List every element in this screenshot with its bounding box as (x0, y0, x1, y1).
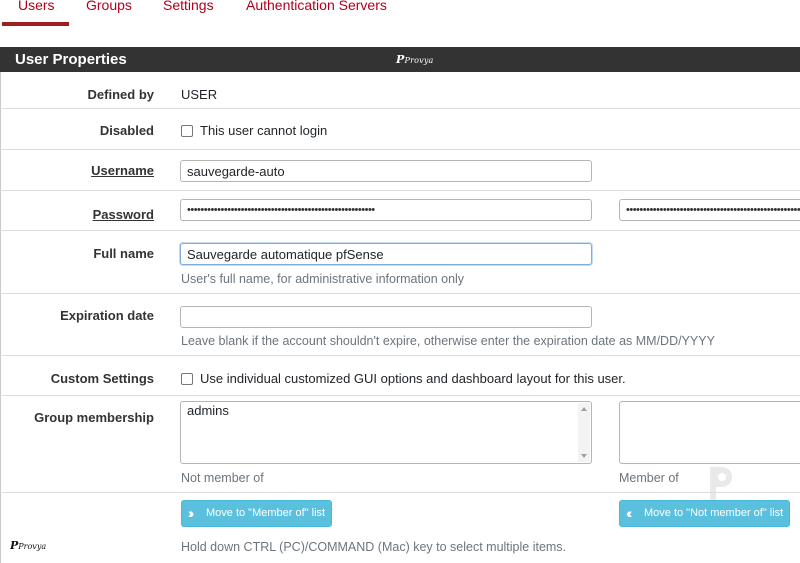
full-name-field[interactable]: Sauvegarde automatique pfSense (180, 243, 592, 265)
defined-by-value: USER (181, 87, 218, 102)
username-field[interactable]: sauvegarde-auto (180, 160, 592, 182)
watermark-logo: PProvya (10, 539, 47, 552)
row-password: Password •••••••••••••••••••••••••••••••… (0, 191, 800, 231)
tab-bar: Users Groups Settings Authentication Ser… (0, 0, 800, 29)
disabled-checkbox-label[interactable]: This user cannot login (200, 123, 327, 138)
custom-settings-checkbox-label[interactable]: Use individual customized GUI options an… (200, 371, 626, 386)
row-custom-settings: Custom Settings Use individual customize… (0, 356, 800, 396)
move-to-member-label: Move to "Member of" list (206, 507, 326, 519)
row-defined-by: Defined by USER (0, 72, 800, 109)
double-chevron-right-icon: ›› (188, 505, 195, 521)
expiration-date-field[interactable] (180, 306, 592, 328)
password-field[interactable]: ••••••••••••••••••••••••••••••••••••••••… (180, 199, 592, 221)
row-expiration-date: Expiration date Leave blank if the accou… (0, 294, 800, 356)
watermark-text: Provya (404, 56, 434, 65)
multi-select-help: Hold down CTRL (PC)/COMMAND (Mac) key to… (181, 540, 567, 554)
not-member-of-caption: Not member of (181, 471, 264, 485)
move-to-not-member-button[interactable]: ‹‹ Move to "Not member of" list (619, 500, 791, 527)
tab-users[interactable]: Users (2, 0, 68, 26)
row-username: Username sauvegarde-auto (0, 150, 800, 191)
full-name-help: User's full name, for administrative inf… (181, 272, 465, 286)
custom-settings-label: Custom Settings (50, 371, 154, 386)
scroll-down-icon[interactable] (581, 454, 587, 458)
expiration-date-help: Leave blank if the account shouldn't exp… (181, 334, 715, 348)
not-member-of-list[interactable]: admins (180, 401, 592, 464)
tab-authentication-servers[interactable]: Authentication Servers (246, 0, 387, 13)
member-of-list[interactable] (619, 401, 800, 464)
scrollbar[interactable] (578, 403, 590, 462)
row-disabled: Disabled This user cannot login (0, 109, 800, 150)
row-group-membership: Group membership admins Not member of Me… (0, 396, 800, 493)
group-membership-label: Group membership (34, 410, 154, 425)
row-full-name: Full name Sauvegarde automatique pfSense… (0, 231, 800, 511)
watermark-text: Provya (18, 542, 47, 551)
tab-settings[interactable]: Settings (163, 0, 214, 13)
full-name-label: Full name (93, 246, 154, 261)
password-confirm-field[interactable]: ••••••••••••••••••••••••••••••••••••••••… (619, 199, 800, 221)
disabled-label: Disabled (99, 123, 154, 138)
password-label: Password (92, 207, 154, 222)
panel-title: User Properties (15, 51, 127, 68)
defined-by-label: Defined by (87, 87, 154, 102)
username-label: Username (91, 163, 154, 178)
tab-groups[interactable]: Groups (86, 0, 132, 13)
double-chevron-left-icon: ‹‹ (626, 505, 633, 521)
disabled-checkbox[interactable] (181, 125, 193, 137)
list-item[interactable]: admins (187, 403, 229, 418)
member-of-caption: Member of (619, 471, 679, 485)
move-to-not-member-label: Move to "Not member of" list (644, 507, 784, 519)
row-move-buttons: ›› Move to "Member of" list ‹‹ Move to "… (0, 493, 800, 563)
move-to-member-button[interactable]: ›› Move to "Member of" list (181, 500, 333, 527)
scroll-up-icon[interactable] (581, 407, 587, 411)
custom-settings-checkbox[interactable] (181, 373, 193, 385)
watermark-logo: PProvya (396, 53, 434, 66)
expiration-date-label: Expiration date (60, 308, 154, 323)
